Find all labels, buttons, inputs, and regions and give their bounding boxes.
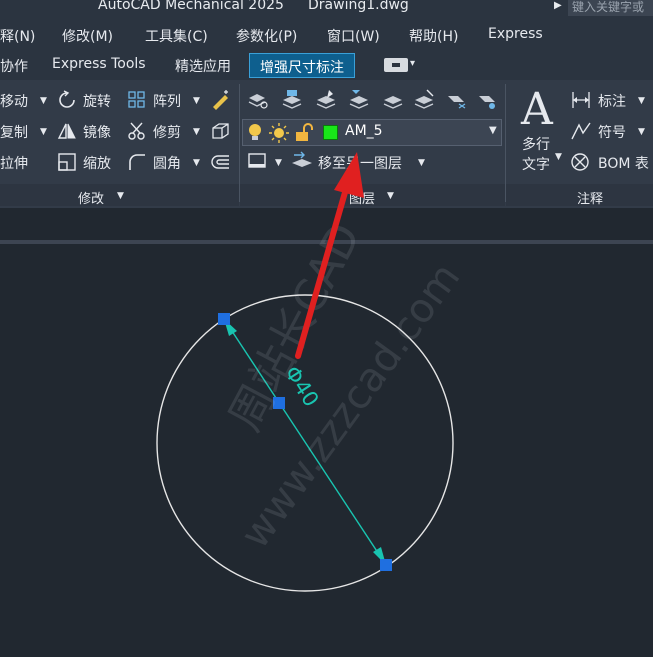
autocad-window: AutoCAD Mechanical 2025 Drawing1.dwg ▶ 键… bbox=[0, 0, 653, 657]
annotation-arrow-overlay bbox=[295, 152, 364, 359]
red-arrow-shaft bbox=[295, 172, 353, 359]
red-arrow-head bbox=[334, 152, 364, 198]
